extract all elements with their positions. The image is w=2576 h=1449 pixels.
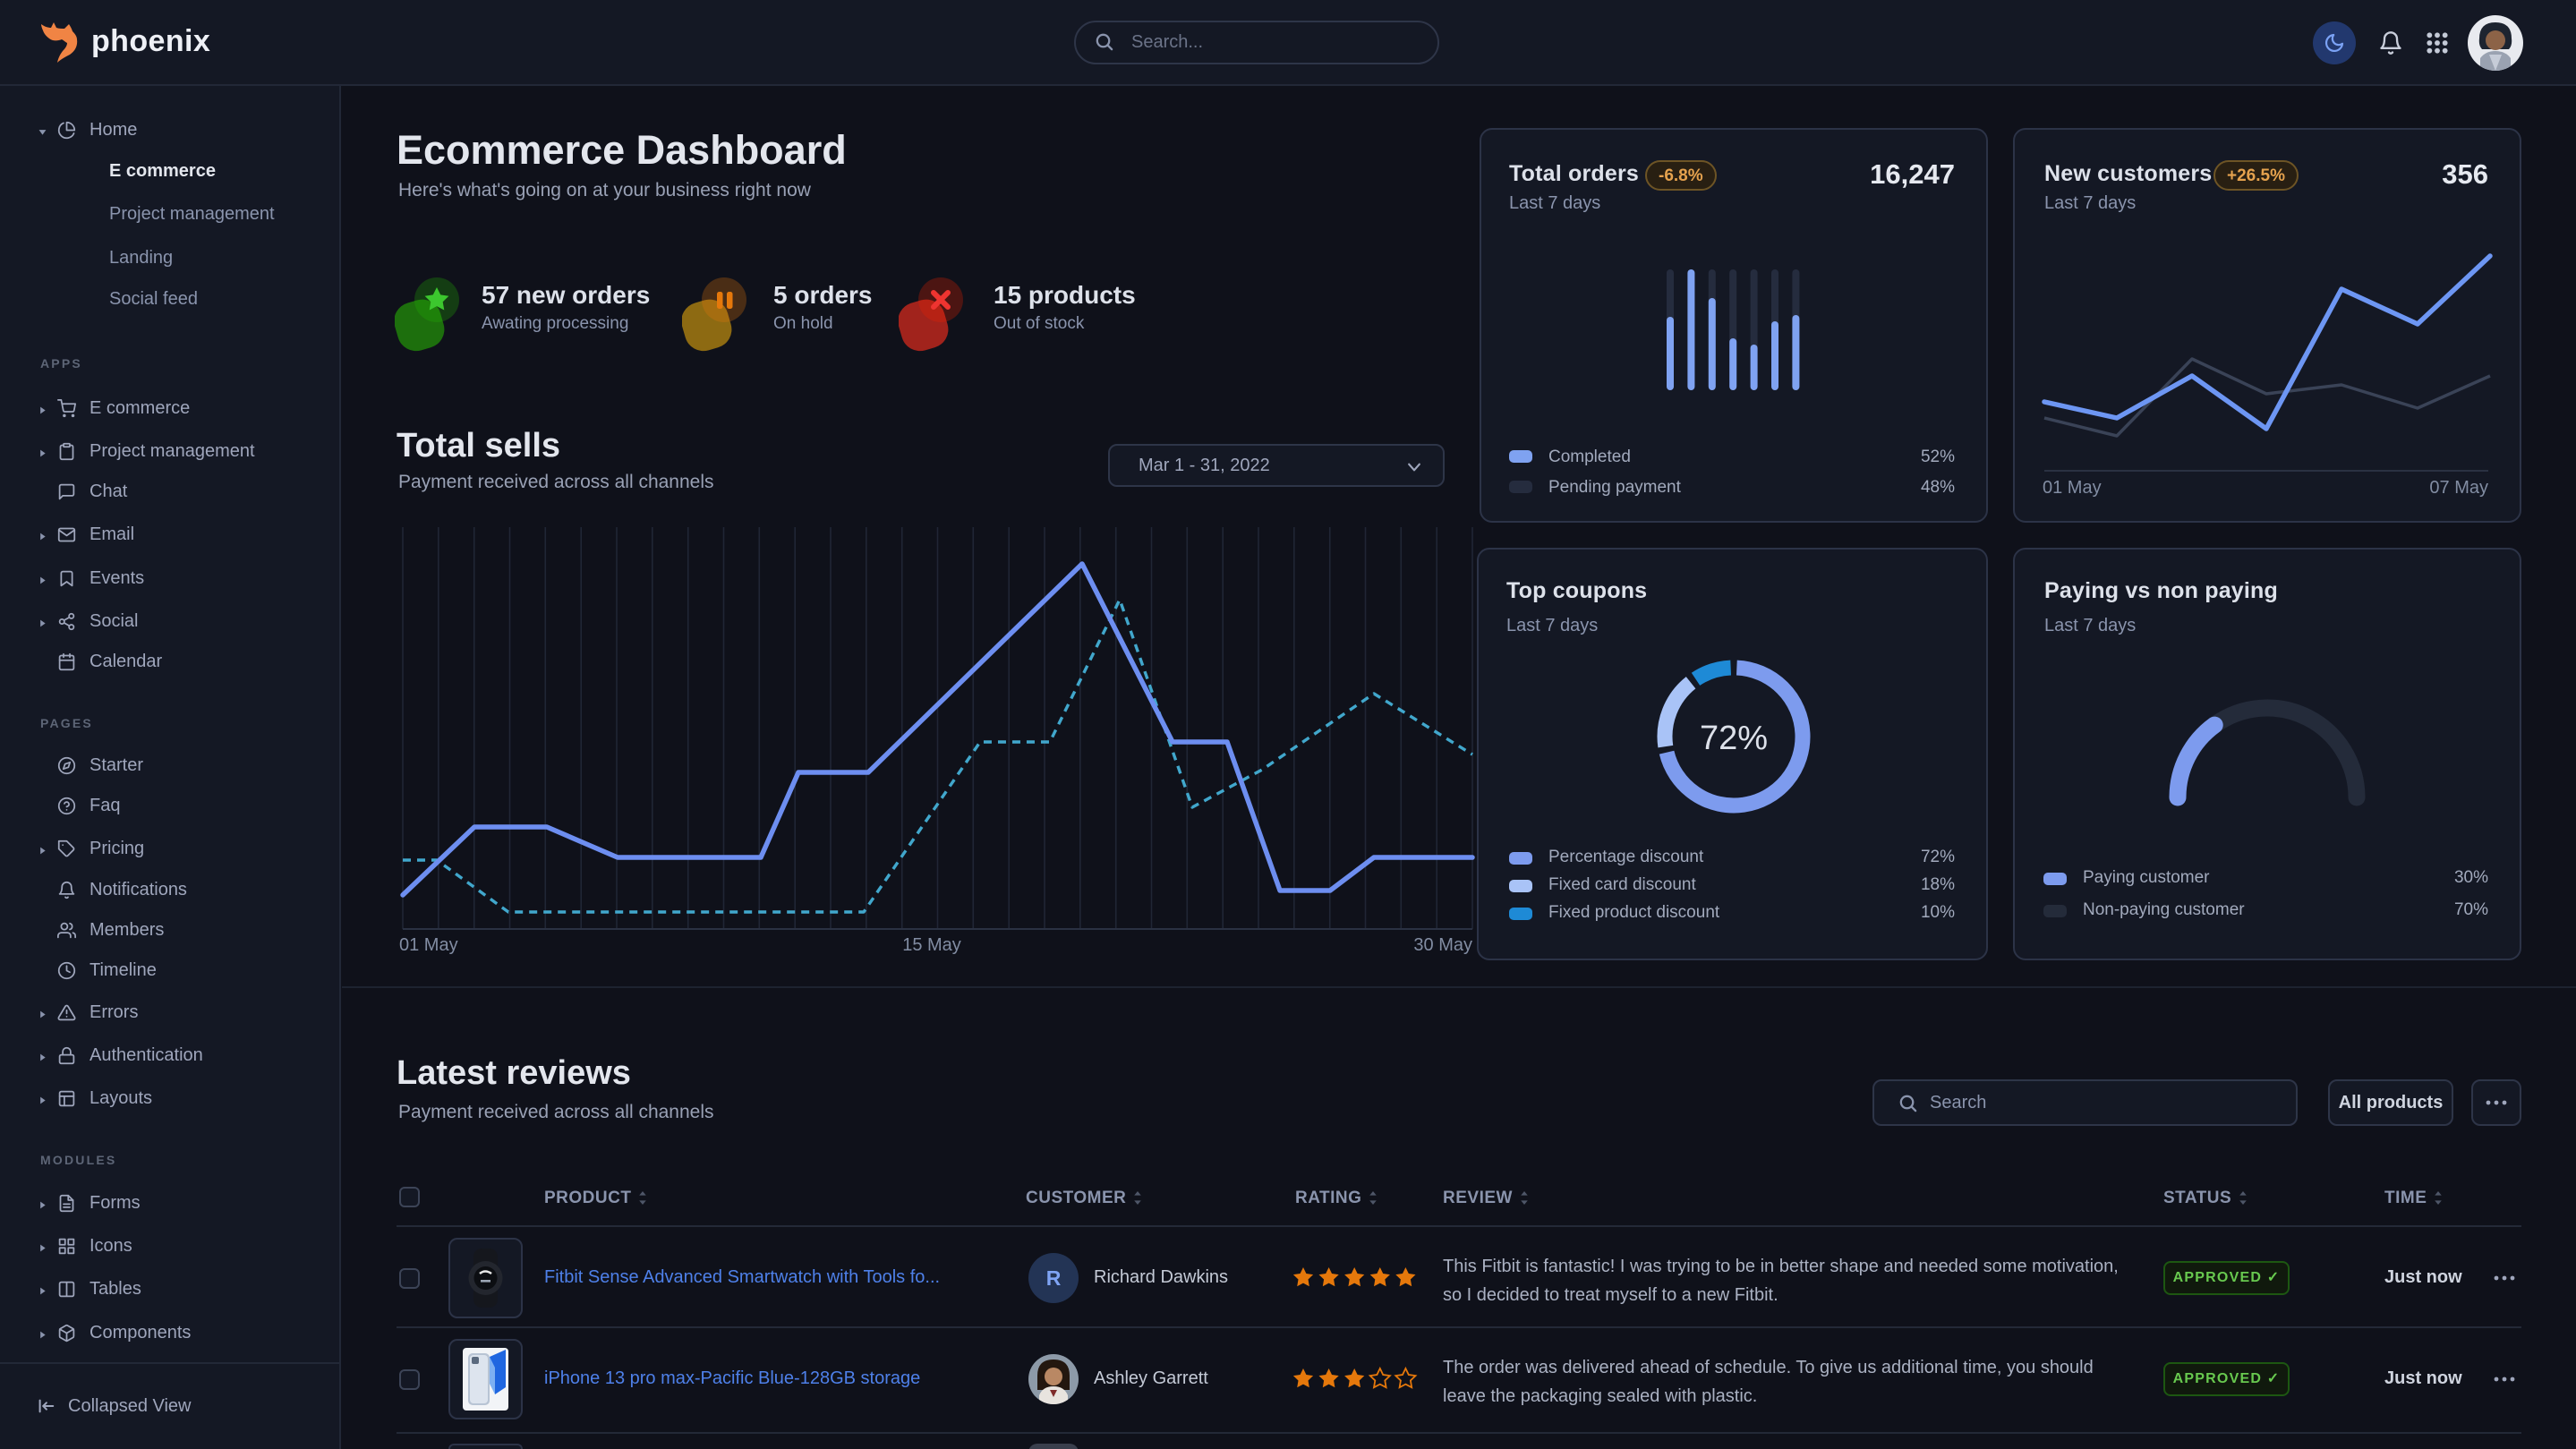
svg-text:15 May: 15 May (902, 935, 961, 955)
svg-text:07 May: 07 May (2429, 478, 2488, 498)
svg-text:30 May: 30 May (1413, 935, 1472, 955)
svg-text:72%: 72% (1700, 720, 1768, 757)
svg-text:01 May: 01 May (399, 935, 458, 955)
svg-text:01 May: 01 May (2043, 478, 2102, 498)
